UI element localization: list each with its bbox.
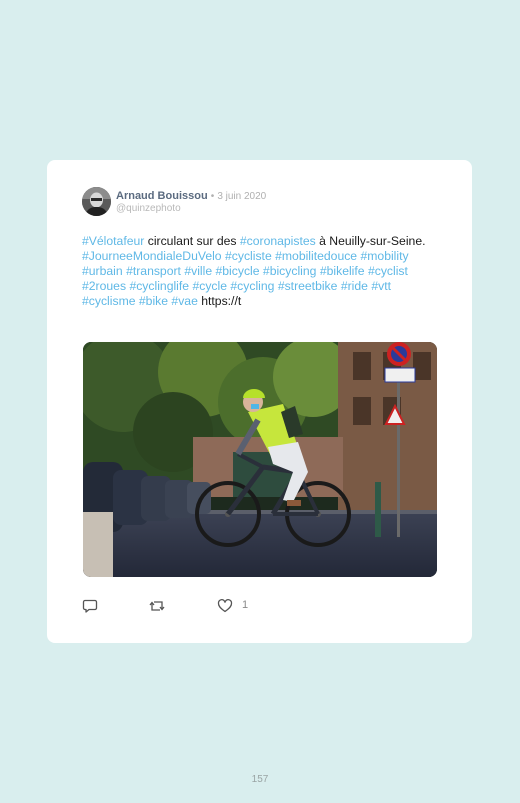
hashtag-link[interactable]: #vtt	[371, 279, 391, 293]
avatar[interactable]	[82, 187, 111, 216]
hashtag-link[interactable]: #vae	[171, 294, 197, 308]
hashtag-link[interactable]: #mobilitedouce	[275, 249, 357, 263]
hashtag-link[interactable]: #streetbike	[278, 279, 338, 293]
hashtag-link[interactable]: #2roues	[82, 279, 126, 293]
author-name[interactable]: Arnaud Bouissou	[116, 190, 208, 202]
author-line: Arnaud Bouissou • 3 juin 2020	[116, 190, 266, 202]
hashtag-link[interactable]: #cyclinglife	[129, 279, 189, 293]
hashtag-link[interactable]: #bicycle	[216, 264, 260, 278]
tweet-actions: 1	[82, 598, 282, 614]
like-count: 1	[242, 599, 249, 611]
hashtag-link[interactable]: #cyclist	[368, 264, 408, 278]
tweet-photo[interactable]	[83, 342, 437, 577]
tweet-text-segment: circulant sur des	[144, 234, 240, 248]
hashtag-link[interactable]: #transport	[126, 264, 181, 278]
hashtag-link[interactable]: #bike	[139, 294, 168, 308]
tweet-text-segment: https://t	[197, 294, 242, 308]
page-number: 157	[251, 774, 269, 785]
hashtag-link[interactable]: #bicycling	[263, 264, 317, 278]
like-button[interactable]	[217, 598, 233, 614]
hashtag-link[interactable]: #cycling	[230, 279, 274, 293]
hashtag-link[interactable]: #ville	[184, 264, 212, 278]
author-handle[interactable]: @quinzephoto	[116, 203, 181, 214]
tweet-text: #Vélotafeur circulant sur des #coronapis…	[82, 234, 442, 309]
hashtag-link[interactable]: #Vélotafeur	[82, 234, 144, 248]
reply-icon	[82, 599, 98, 613]
hashtag-link[interactable]: #JourneeMondialeDuVelo	[82, 249, 222, 263]
tweet-text-segment: à Neuilly-sur-Seine.	[315, 234, 426, 248]
reply-button[interactable]	[82, 598, 98, 614]
heart-icon	[217, 598, 233, 613]
tweet-card: Arnaud Bouissou • 3 juin 2020 @quinzepho…	[47, 160, 472, 643]
date-separator: •	[210, 191, 215, 202]
hashtag-link[interactable]: #cycle	[192, 279, 227, 293]
hashtag-link[interactable]: #cycliste	[225, 249, 272, 263]
hashtag-link[interactable]: #bikelife	[320, 264, 365, 278]
hashtag-link[interactable]: #coronapistes	[240, 234, 316, 248]
hashtag-link[interactable]: #ride	[341, 279, 368, 293]
hashtag-link[interactable]: #cyclisme	[82, 294, 136, 308]
hashtag-link[interactable]: #urbain	[82, 264, 123, 278]
hashtag-link[interactable]: #mobility	[360, 249, 408, 263]
retweet-icon	[149, 601, 165, 611]
tweet-date[interactable]: 3 juin 2020	[217, 191, 266, 202]
retweet-button[interactable]	[149, 598, 165, 614]
